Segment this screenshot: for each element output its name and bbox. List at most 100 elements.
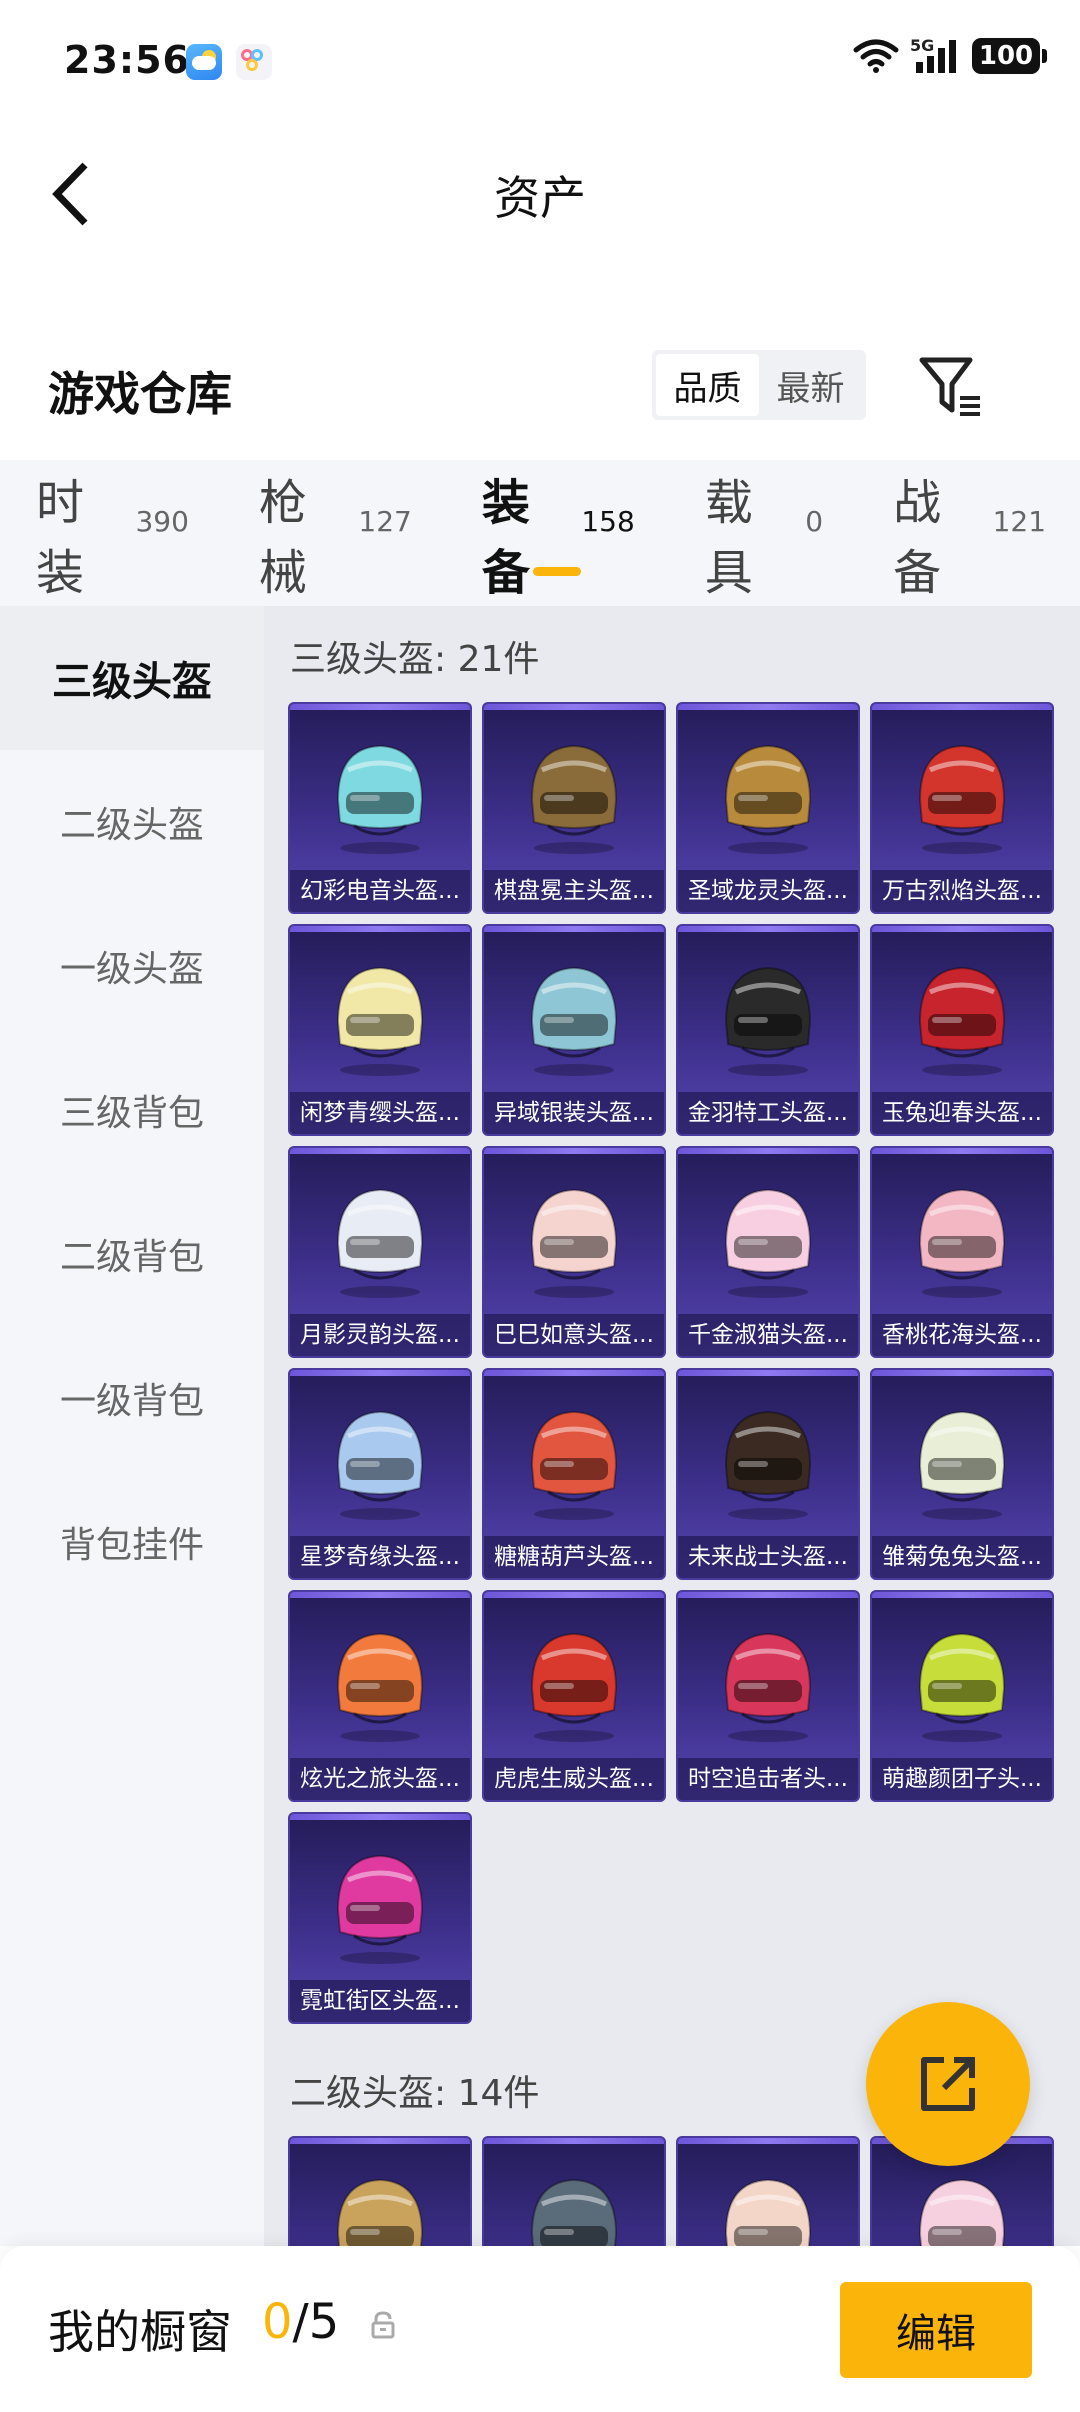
showcase-count-current: 0 (262, 2294, 293, 2350)
item-name: 月影灵韵头盔... (290, 1314, 470, 1356)
helmet-image (906, 952, 1018, 1080)
item-grid: 幻彩电音头盔... 棋盘冕主头盔... 圣域龙灵头盔... 万古烈焰头盔... 闲梦青缨… (288, 702, 1058, 2024)
tab-count: 0 (805, 504, 824, 538)
item-name: 星梦奇缘头盔... (290, 1536, 470, 1578)
helmet-image (518, 2164, 630, 2246)
item-card[interactable]: 炫光之旅头盔... (288, 1590, 472, 1802)
tab-label: 枪械 (258, 475, 307, 601)
item-name: 霓虹街区头盔... (290, 1980, 470, 2022)
item-content: 三级头盔: 21件幻彩电音头盔... 棋盘冕主头盔... 圣域龙灵头盔... 万古烈焰… (264, 606, 1080, 2246)
item-card[interactable]: 异域银装头盔... (482, 924, 666, 1136)
tab-3[interactable]: 载具 0 (669, 460, 857, 606)
item-card[interactable]: 月影灵韵头盔... (288, 1146, 472, 1358)
item-name: 玉兔迎春头盔... (872, 1092, 1052, 1134)
sidebar-item-2[interactable]: 一级头盔 (0, 894, 264, 1038)
tab-1[interactable]: 枪械 127 (223, 460, 446, 606)
filter-button[interactable] (916, 354, 986, 420)
filter-icon (919, 357, 980, 416)
helmet-image (906, 1618, 1018, 1746)
helmet-image (324, 1396, 436, 1524)
item-name: 万古烈焰头盔... (872, 870, 1052, 912)
helmet-image (324, 1840, 436, 1968)
nav-bar: 资产 (0, 124, 1080, 264)
sidebar-item-3[interactable]: 三级背包 (0, 1038, 264, 1182)
item-card[interactable]: 巳巳如意头盔... (482, 1146, 666, 1358)
item-name: 闲梦青缨头盔... (290, 1092, 470, 1134)
section-title: 二级头盔: 14件 (290, 2073, 540, 2114)
item-card[interactable] (288, 2136, 472, 2246)
helmet-image (518, 1396, 630, 1524)
helmet-image (712, 1174, 824, 1302)
item-name: 未来战士头盔... (678, 1536, 858, 1578)
item-name: 金羽特工头盔... (678, 1092, 858, 1134)
item-card[interactable] (482, 2136, 666, 2246)
tab-2[interactable]: 装备 158 (446, 460, 669, 606)
helmet-image (324, 1618, 436, 1746)
item-card[interactable]: 糖糖葫芦头盔... (482, 1368, 666, 1580)
item-name: 时空追击者头... (678, 1758, 858, 1800)
tab-label: 战备 (893, 475, 942, 601)
item-card[interactable]: 虎虎生威头盔... (482, 1590, 666, 1802)
wifi-icon (853, 39, 899, 73)
sidebar-item-4[interactable]: 二级背包 (0, 1182, 264, 1326)
item-card[interactable]: 未来战士头盔... (676, 1368, 860, 1580)
showcase-label: 我的橱窗 (48, 2305, 232, 2359)
tab-4[interactable]: 战备 121 (857, 460, 1080, 606)
bottom-bar: 我的橱窗 0/5 编辑 (0, 2246, 1080, 2412)
item-name: 圣域龙灵头盔... (678, 870, 858, 912)
helmet-image (906, 730, 1018, 858)
item-card[interactable]: 霓虹街区头盔... (288, 1812, 472, 2024)
item-name: 炫光之旅头盔... (290, 1758, 470, 1800)
item-card[interactable]: 棋盘冕主头盔... (482, 702, 666, 914)
item-card[interactable]: 时空追击者头... (676, 1590, 860, 1802)
item-card[interactable]: 千金淑猫头盔... (676, 1146, 860, 1358)
item-name: 香桃花海头盔... (872, 1314, 1052, 1356)
battery-indicator: 100 (972, 38, 1047, 74)
helmet-image (518, 1174, 630, 1302)
helmet-image (518, 730, 630, 858)
weather-app-icon (186, 44, 222, 80)
showcase-count: 0/5 (262, 2294, 339, 2350)
showcase-count-separator: / (292, 2294, 309, 2350)
tab-active-indicator (533, 567, 582, 576)
item-card[interactable]: 万古烈焰头盔... (870, 702, 1054, 914)
section-title: 三级头盔: 21件 (290, 639, 540, 680)
sidebar-item-6[interactable]: 背包挂件 (0, 1470, 264, 1614)
tab-count: 127 (358, 504, 412, 538)
page-title: 资产 (494, 171, 586, 225)
item-card[interactable]: 圣域龙灵头盔... (676, 702, 860, 914)
helmet-image (712, 1618, 824, 1746)
item-name: 棋盘冕主头盔... (484, 870, 664, 912)
helmet-image (906, 1396, 1018, 1524)
item-name: 巳巳如意头盔... (484, 1314, 664, 1356)
helmet-image (712, 952, 824, 1080)
tab-0[interactable]: 时装 390 (0, 460, 223, 606)
item-card[interactable]: 雏菊兔兔头盔... (870, 1368, 1054, 1580)
item-card[interactable]: 幻彩电音头盔... (288, 702, 472, 914)
photos-app-icon (236, 44, 272, 80)
item-card[interactable]: 香桃花海头盔... (870, 1146, 1054, 1358)
share-fab-button[interactable] (866, 2002, 1030, 2166)
sort-option-latest[interactable]: 最新 (759, 354, 862, 416)
helmet-image (324, 730, 436, 858)
helmet-image (712, 2164, 824, 2246)
item-name: 雏菊兔兔头盔... (872, 1536, 1052, 1578)
item-card[interactable]: 星梦奇缘头盔... (288, 1368, 472, 1580)
sidebar-item-1[interactable]: 二级头盔 (0, 750, 264, 894)
item-card[interactable] (676, 2136, 860, 2246)
item-card[interactable]: 玉兔迎春头盔... (870, 924, 1054, 1136)
item-name: 虎虎生威头盔... (484, 1758, 664, 1800)
item-name: 糖糖葫芦头盔... (484, 1536, 664, 1578)
sort-option-quality[interactable]: 品质 (656, 354, 759, 416)
tab-label: 载具 (704, 475, 753, 601)
item-card[interactable]: 闲梦青缨头盔... (288, 924, 472, 1136)
item-card[interactable]: 萌趣颜团子头... (870, 1590, 1054, 1802)
tab-count: 390 (135, 504, 189, 538)
category-tabs: 时装 390 枪械 127 装备 158 载具 0 战备 121 (0, 460, 1080, 606)
edit-button[interactable]: 编辑 (840, 2282, 1032, 2378)
sidebar-item-5[interactable]: 一级背包 (0, 1326, 264, 1470)
sidebar-item-0[interactable]: 三级头盔 (0, 606, 264, 750)
item-card[interactable]: 金羽特工头盔... (676, 924, 860, 1136)
sort-toggle: 品质 最新 (652, 350, 866, 420)
status-indicators: 5G 100 (852, 36, 1047, 74)
